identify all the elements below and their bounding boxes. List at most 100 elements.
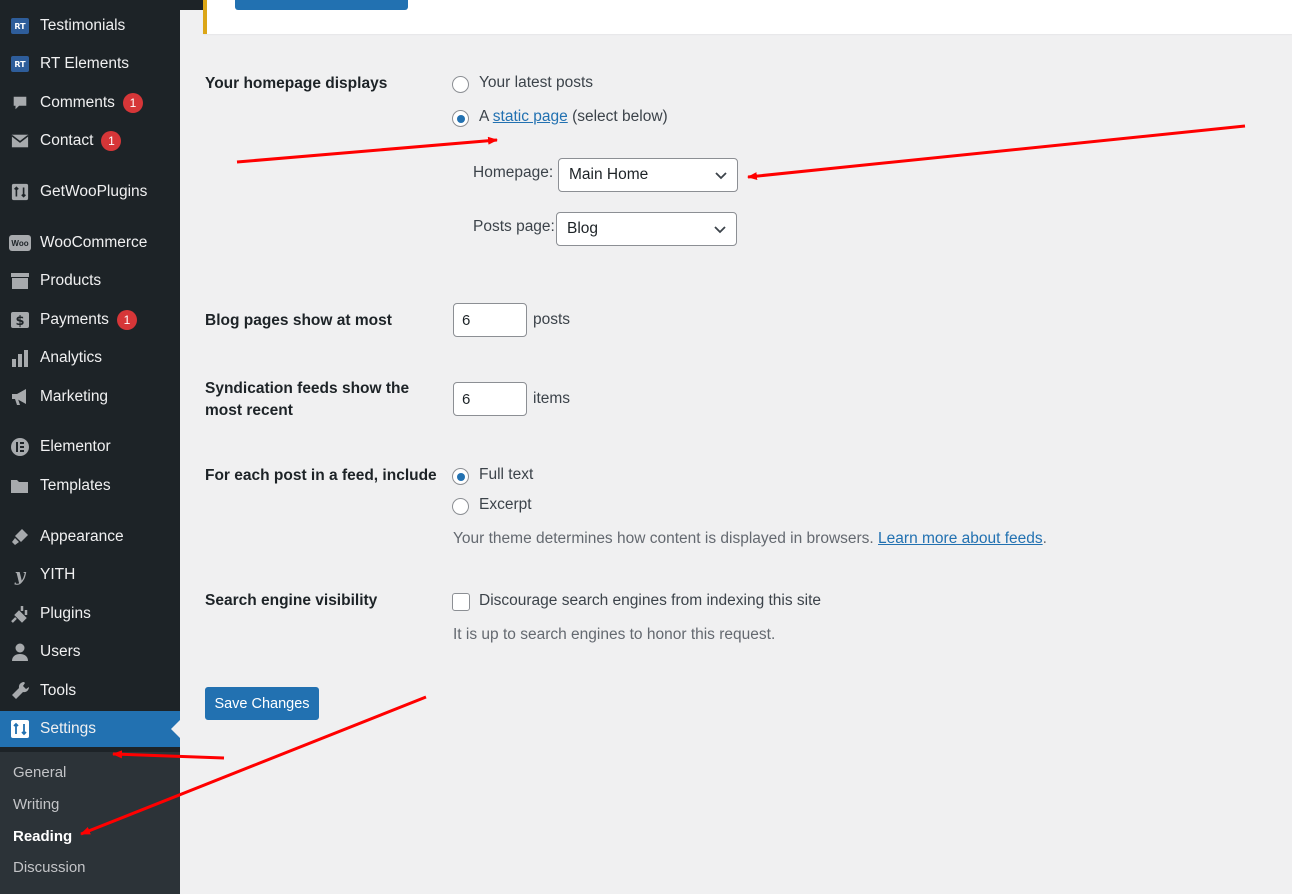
sidebar-item-label: RT Elements	[40, 55, 130, 72]
sidebar-item-label: Marketing	[40, 388, 109, 405]
static-page-radio[interactable]	[452, 110, 469, 127]
posts-page-select-label: Posts page:	[473, 218, 555, 235]
sidebar-item-label: YITH	[40, 566, 76, 583]
syndication-label-line2: most recent	[205, 402, 293, 419]
sidebar-item-label: Plugins	[40, 605, 91, 622]
discourage-search-label: Discourage search engines from indexing …	[479, 592, 822, 609]
homepage-displays-label: Your homepage displays	[205, 75, 388, 92]
submenu-reading[interactable]: Reading	[13, 828, 72, 845]
syndication-input[interactable]	[453, 382, 527, 416]
submenu-general[interactable]: General	[13, 764, 66, 781]
submenu-writing[interactable]: Writing	[13, 796, 59, 813]
folder-icon	[9, 475, 31, 497]
feed-description-text: Your theme determines how content is dis…	[453, 530, 879, 547]
sidebar-item-tools[interactable]: Tools	[0, 673, 180, 709]
dollar-icon: $	[9, 309, 31, 331]
elementor-icon	[9, 436, 31, 458]
sidebar-item-label: Comments	[40, 94, 115, 111]
sidebar-item-comments[interactable]: Comments 1	[0, 85, 180, 121]
plugin-bars-icon	[9, 181, 31, 203]
admin-sidebar: RT Testimonials RT RT Elements Comments …	[0, 0, 180, 894]
rt-icon: RT	[9, 15, 31, 37]
sidebar-item-marketing[interactable]: Marketing	[0, 379, 180, 415]
sidebar-item-label: Settings	[40, 720, 97, 737]
sidebar-item-label: Products	[40, 272, 102, 289]
full-text-radio[interactable]	[452, 468, 469, 485]
sidebar-item-plugins[interactable]: Plugins	[0, 596, 180, 632]
sidebar-item-rt-elements[interactable]: RT RT Elements	[0, 46, 180, 82]
search-visibility-label: Search engine visibility	[205, 592, 378, 609]
feed-include-label: For each post in a feed, include	[205, 467, 437, 484]
sidebar-item-label: GetWooPlugins	[40, 183, 148, 200]
sidebar-item-getwooplugins[interactable]: GetWooPlugins	[0, 174, 180, 210]
chevron-down-icon	[714, 226, 726, 234]
admin-notice	[203, 0, 1292, 34]
sidebar-item-users[interactable]: Users	[0, 634, 180, 670]
annotation-arrows	[80, 124, 1246, 836]
full-text-label: Full text	[479, 466, 534, 483]
sidebar-item-label: Payments	[40, 311, 109, 328]
blog-pages-label: Blog pages show at most	[205, 312, 392, 329]
sidebar-item-testimonials[interactable]: RT Testimonials	[0, 8, 180, 44]
comment-icon	[9, 92, 31, 114]
wrench-icon	[9, 680, 31, 702]
posts-page-select-value: Blog	[567, 220, 599, 237]
sidebar-item-label: Testimonials	[40, 17, 126, 34]
posts-page-select[interactable]: Blog	[556, 212, 737, 246]
save-changes-button[interactable]: Save Changes	[205, 687, 319, 720]
learn-more-feeds-link[interactable]: Learn more about feeds	[878, 530, 1043, 547]
blog-pages-unit: posts	[533, 311, 571, 328]
latest-posts-radio[interactable]	[452, 76, 469, 93]
search-visibility-description: It is up to search engines to honor this…	[453, 626, 776, 643]
excerpt-radio[interactable]	[452, 498, 469, 515]
latest-posts-label: Your latest posts	[479, 74, 594, 91]
sidebar-item-settings[interactable]: Settings	[0, 711, 180, 747]
sidebar-item-label: Contact	[40, 132, 94, 149]
settings-submenu: General Writing Reading Discussion	[0, 752, 180, 894]
sidebar-item-analytics[interactable]: Analytics	[0, 340, 180, 376]
blog-pages-input[interactable]	[453, 303, 527, 337]
sidebar-item-label: Templates	[40, 477, 111, 494]
rt-icon: RT	[9, 53, 31, 75]
comments-count-badge: 1	[122, 93, 143, 113]
feed-description: Your theme determines how content is dis…	[453, 530, 1047, 548]
sidebar-item-payments[interactable]: $ Payments 1	[0, 302, 180, 338]
user-icon	[9, 641, 31, 663]
sidebar-item-woocommerce[interactable]: Woo WooCommerce	[0, 225, 180, 261]
sidebar-item-label: Analytics	[40, 349, 103, 366]
homepage-select-label: Homepage:	[473, 164, 554, 181]
syndication-label: Syndication feeds show the most recent	[205, 378, 409, 422]
sidebar-item-label: WooCommerce	[40, 234, 148, 251]
homepage-select[interactable]: Main Home	[558, 158, 738, 192]
sidebar-item-label: Users	[40, 643, 81, 660]
sidebar-item-elementor[interactable]: Elementor	[0, 429, 180, 465]
sidebar-item-templates[interactable]: Templates	[0, 468, 180, 504]
syndication-label-line1: Syndication feeds show the	[205, 380, 410, 397]
feed-description-end: .	[1042, 530, 1047, 547]
svg-text:$: $	[15, 314, 24, 329]
notice-button[interactable]	[235, 0, 408, 10]
sidebar-item-products[interactable]: Products	[0, 263, 180, 299]
static-page-link[interactable]: static page	[493, 108, 568, 125]
sidebar-item-contact[interactable]: Contact 1	[0, 123, 180, 159]
archive-icon	[9, 270, 31, 292]
syndication-unit: items	[533, 390, 571, 407]
megaphone-icon	[9, 386, 31, 408]
bar-chart-icon	[9, 347, 31, 369]
sidebar-item-label: Elementor	[40, 438, 111, 455]
svg-text:y: y	[14, 565, 27, 585]
brush-icon	[9, 526, 31, 548]
payments-count-badge: 1	[116, 310, 137, 330]
arrow-to-static-page	[236, 136, 498, 164]
chevron-down-icon	[715, 172, 727, 180]
sidebar-item-label: Tools	[40, 682, 77, 699]
yith-icon: y	[9, 564, 31, 586]
sidebar-item-yith[interactable]: y YITH	[0, 557, 180, 593]
sidebar-item-appearance[interactable]: Appearance	[0, 519, 180, 555]
static-page-suffix: (select below)	[567, 108, 668, 125]
static-page-prefix: A	[479, 108, 493, 125]
discourage-search-checkbox[interactable]	[452, 593, 470, 611]
submenu-discussion[interactable]: Discussion	[13, 859, 86, 876]
mail-icon	[9, 130, 31, 152]
homepage-select-value: Main Home	[569, 166, 649, 183]
